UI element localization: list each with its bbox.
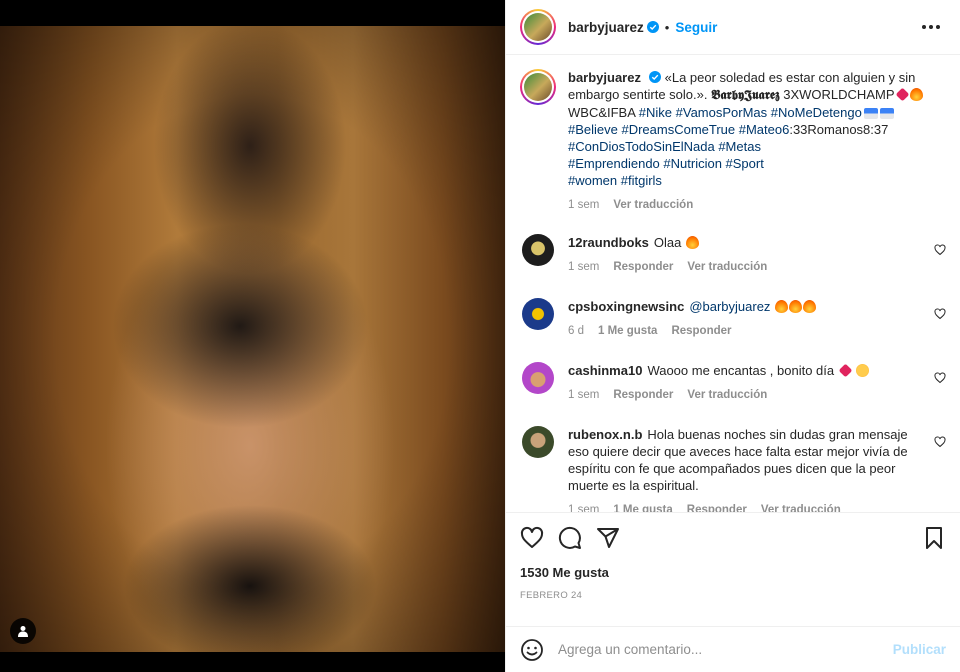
header-username[interactable]: barbyjuarez xyxy=(568,20,644,35)
red-heart-emoji-icon xyxy=(895,87,909,102)
flag-emoji-icon xyxy=(863,108,878,119)
comment-time[interactable]: 1 sem xyxy=(568,502,599,512)
post-actions: 1530 Me gusta FEBRERO 24 xyxy=(506,512,960,626)
follow-button[interactable]: Seguir xyxy=(675,20,717,35)
share-paper-plane-icon[interactable] xyxy=(596,526,620,550)
caption-hashtags[interactable]: #women #fitgirls xyxy=(568,173,662,188)
caption-meta: 1 sem Ver traducción xyxy=(568,197,936,214)
like-comment-heart-icon[interactable] xyxy=(934,244,946,256)
see-translation-link[interactable]: Ver traducción xyxy=(687,387,767,404)
caption-hashtags[interactable]: #Emprendiendo #Nutricion #Sport xyxy=(568,156,764,171)
fire-emoji-icon xyxy=(789,300,803,313)
fire-emoji-icon xyxy=(686,236,700,249)
header-avatar-ring[interactable] xyxy=(520,9,556,45)
comment-avatar[interactable] xyxy=(522,362,554,394)
post-media-pane xyxy=(0,0,505,672)
add-comment-bar: Publicar xyxy=(506,626,960,672)
flag-emoji-icon xyxy=(879,108,894,119)
comment-row: cpsboxingnewsinc @barbyjuarez 6 d 1 Me gu… xyxy=(520,298,946,340)
photo-vignette xyxy=(0,26,505,652)
user-tag-button[interactable] xyxy=(10,618,36,644)
comment-body: 12raundboks Olaa 1 sem Responder Ver trad… xyxy=(568,234,946,276)
see-translation-link[interactable]: Ver traducción xyxy=(687,259,767,276)
more-dot-icon xyxy=(936,25,940,29)
caption-stylized-name: 𝕭𝖆𝖗𝖇𝖞𝕵𝖚𝖆𝖗𝖊𝖟 xyxy=(711,88,780,103)
comment-avatar[interactable] xyxy=(522,298,554,330)
likes-count[interactable]: 1530 Me gusta xyxy=(520,565,946,580)
caption-avatar[interactable] xyxy=(524,73,552,101)
more-options-button[interactable] xyxy=(916,19,946,35)
caption-row: barbyjuarez «La peor soledad es estar co… xyxy=(520,69,946,214)
verified-badge-icon xyxy=(646,21,659,33)
header-separator: • xyxy=(664,19,670,35)
comment-time[interactable]: 1 sem xyxy=(568,259,599,276)
comment-username[interactable]: rubenox.n.b xyxy=(568,427,642,442)
comment-username[interactable]: cpsboxingnewsinc xyxy=(568,299,684,314)
post-photo[interactable] xyxy=(0,26,505,652)
comment-username[interactable]: cashinma10 xyxy=(568,363,642,378)
post-comment-button[interactable]: Publicar xyxy=(893,642,946,657)
fire-emoji-icon xyxy=(775,300,789,313)
comment-body: cashinma10 Waooo me encantas , bonito día… xyxy=(568,362,946,404)
fire-emoji-icon xyxy=(803,300,817,313)
comment-mention[interactable]: @barbyjuarez xyxy=(689,299,770,314)
comment-row: cashinma10 Waooo me encantas , bonito día… xyxy=(520,362,946,404)
comment-time[interactable]: 6 d xyxy=(568,323,584,340)
reply-button[interactable]: Responder xyxy=(613,259,673,276)
comment-body: cpsboxingnewsinc @barbyjuarez 6 d 1 Me gu… xyxy=(568,298,946,340)
post-date[interactable]: FEBRERO 24 xyxy=(520,590,946,601)
star-struck-emoji-icon xyxy=(856,364,870,377)
reply-button[interactable]: Responder xyxy=(671,323,731,340)
header-avatar[interactable] xyxy=(524,13,552,41)
more-dot-icon xyxy=(929,25,933,29)
post-header: barbyjuarez • Seguir xyxy=(506,0,960,55)
see-translation-link[interactable]: Ver traducción xyxy=(613,197,693,214)
comment-likes[interactable]: 1 Me gusta xyxy=(598,323,657,340)
caption-avatar-ring[interactable] xyxy=(520,69,556,105)
comment-avatar[interactable] xyxy=(522,426,554,458)
comment-avatar[interactable] xyxy=(522,234,554,266)
person-icon xyxy=(18,626,28,637)
comment-row: rubenox.n.b Hola buenas noches sin dudas … xyxy=(520,426,946,512)
comment-time[interactable]: 1 sem xyxy=(568,387,599,404)
comment-input[interactable] xyxy=(558,642,893,657)
reply-button[interactable]: Responder xyxy=(613,387,673,404)
comment-bubble-icon[interactable] xyxy=(558,526,582,550)
caption-hashtags[interactable]: #Nike #VamosPorMas #NoMeDetengo xyxy=(639,105,862,120)
more-dot-icon xyxy=(922,25,926,29)
comment-text: Waooo me encantas , bonito día xyxy=(647,363,835,378)
caption-text: :33Romanos8:37 xyxy=(789,122,889,137)
fire-emoji-icon xyxy=(909,88,923,101)
comment-likes[interactable]: 1 Me gusta xyxy=(613,502,672,512)
like-heart-icon[interactable] xyxy=(520,526,544,550)
post-side-panel: barbyjuarez • Seguir barbyjuarez «La peo… xyxy=(505,0,960,672)
verified-badge-icon xyxy=(648,71,661,83)
comment-username[interactable]: 12raundboks xyxy=(568,235,649,250)
emoji-smiley-icon[interactable] xyxy=(520,638,544,662)
instagram-post-modal: barbyjuarez • Seguir barbyjuarez «La peo… xyxy=(0,0,960,672)
action-icon-bar xyxy=(520,513,946,563)
comment-body: rubenox.n.b Hola buenas noches sin dudas … xyxy=(568,426,946,512)
save-bookmark-icon[interactable] xyxy=(922,526,946,550)
like-comment-heart-icon[interactable] xyxy=(934,436,946,448)
comment-meta: 1 sem 1 Me gusta Responder Ver traducció… xyxy=(568,502,922,512)
like-comment-heart-icon[interactable] xyxy=(934,372,946,384)
comment-meta: 1 sem Responder Ver traducción xyxy=(568,259,922,276)
like-comment-heart-icon[interactable] xyxy=(934,308,946,320)
caption-text: 3XWORLDCHAMP xyxy=(779,87,895,102)
caption-hashtags[interactable]: #ConDiosTodoSinElNada #Metas xyxy=(568,139,761,154)
comment-meta: 6 d 1 Me gusta Responder xyxy=(568,323,922,340)
caption-hashtags[interactable]: #Believe #DreamsComeTrue #Mateo6 xyxy=(568,122,789,137)
caption-text: WBC&IFBA xyxy=(568,105,639,120)
comments-list[interactable]: barbyjuarez «La peor soledad es estar co… xyxy=(506,55,960,512)
caption-time[interactable]: 1 sem xyxy=(568,197,599,214)
caption-body: barbyjuarez «La peor soledad es estar co… xyxy=(568,69,946,214)
reply-button[interactable]: Responder xyxy=(687,502,747,512)
see-translation-link[interactable]: Ver traducción xyxy=(761,502,841,512)
comment-row: 12raundboks Olaa 1 sem Responder Ver trad… xyxy=(520,234,946,276)
caption-username[interactable]: barbyjuarez xyxy=(568,70,641,85)
red-heart-emoji-icon xyxy=(838,363,853,378)
comment-text: Olaa xyxy=(653,235,682,250)
comment-meta: 1 sem Responder Ver traducción xyxy=(568,387,922,404)
